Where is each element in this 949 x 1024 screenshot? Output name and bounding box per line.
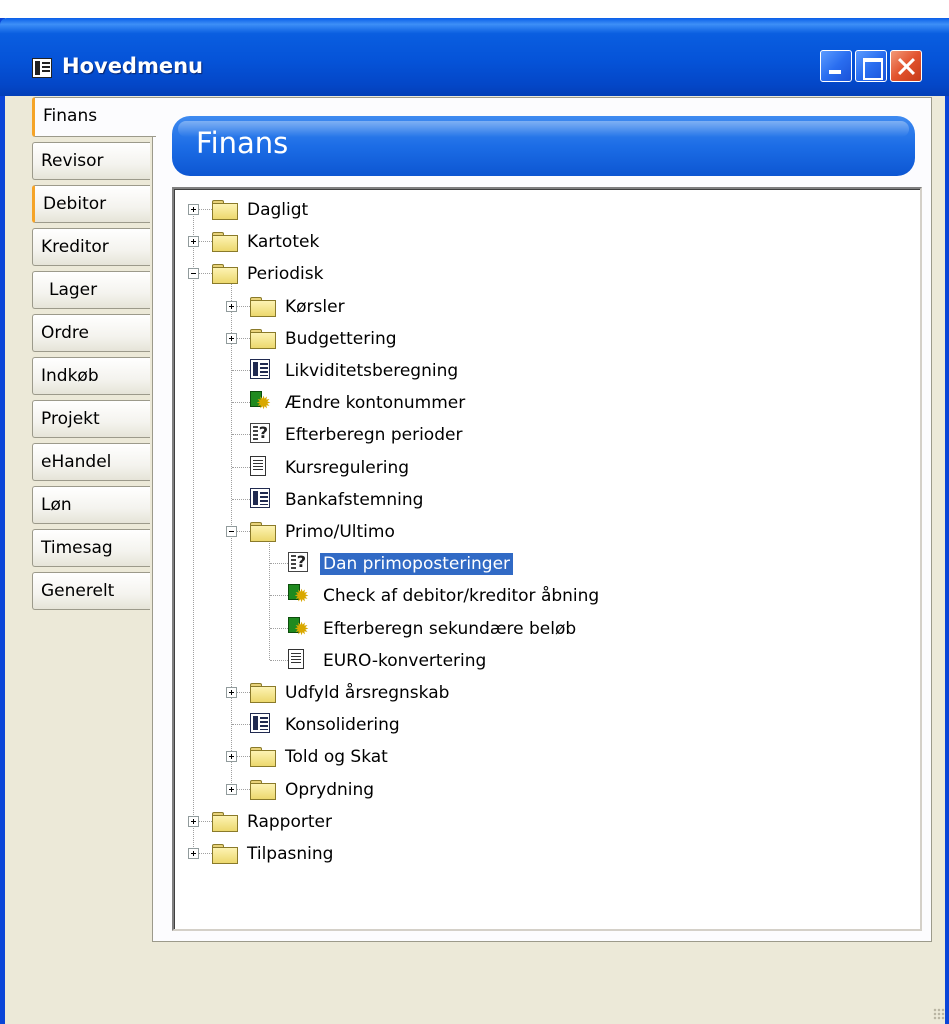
tree-item-label: Tilpasning xyxy=(247,844,334,864)
tree-item-kursregulering[interactable]: Kursregulering xyxy=(174,455,920,481)
title-bar[interactable]: Hovedmenu xyxy=(0,18,949,96)
tree-item-label: Check af debitor/kreditor åbning xyxy=(323,586,600,607)
tree-item-tilpasning[interactable]: Tilpasning xyxy=(174,841,920,867)
macro-icon xyxy=(288,616,312,641)
tree-item-label: Kursregulering xyxy=(285,457,410,478)
menu-tree-view[interactable]: Dagligt Kartotek Periodisk Kørsler Budgetter… xyxy=(172,187,922,931)
tree-item-dagligt[interactable]: Dagligt xyxy=(174,197,920,223)
tab-finans[interactable]: Finans xyxy=(32,97,156,137)
collapse-icon[interactable] xyxy=(226,526,237,537)
tab-generelt[interactable]: Generelt xyxy=(32,572,150,610)
folder-icon xyxy=(212,811,238,832)
tree-item-told-og-skat[interactable]: Told og Skat xyxy=(174,744,920,770)
tab-ordre[interactable]: Ordre xyxy=(32,314,150,352)
tree-item-label: Periodisk xyxy=(247,264,324,285)
form-window-icon xyxy=(32,58,52,78)
folder-icon xyxy=(250,296,276,317)
tree-item-primo-ultimo[interactable]: Primo/Ultimo xyxy=(174,519,920,545)
folder-icon xyxy=(250,747,276,768)
resize-grip[interactable] xyxy=(933,1008,945,1020)
folder-icon xyxy=(212,844,238,864)
folder-icon xyxy=(212,232,238,253)
tree-item-efterberegn-sekund-re-bel-b[interactable]: Efterberegn sekundære beløb xyxy=(174,616,920,642)
tab-timesag[interactable]: Timesag xyxy=(32,529,150,567)
tab-kreditor[interactable]: Kreditor xyxy=(32,228,150,266)
tree-item-label: Konsolidering xyxy=(285,715,400,736)
folder-icon xyxy=(250,328,276,349)
macro-icon xyxy=(288,584,312,608)
tab-ehandel[interactable]: eHandel xyxy=(32,443,150,481)
tree-item-rapporter[interactable]: Rapporter xyxy=(174,809,920,835)
tab-indkob[interactable]: Indkøb xyxy=(32,357,150,395)
form-icon xyxy=(250,487,270,508)
expand-icon[interactable] xyxy=(226,332,237,344)
tree-item-label: Primo/Ultimo xyxy=(285,522,395,542)
collapse-icon[interactable] xyxy=(188,268,199,280)
tree-item-label: Dan primoposteringer xyxy=(320,553,514,576)
tree-item-label: Budgettering xyxy=(285,328,397,349)
folder-icon xyxy=(250,779,276,800)
tab-lager[interactable]: Lager xyxy=(32,271,150,309)
tree-item-kartotek[interactable]: Kartotek xyxy=(174,229,920,255)
tree-item-label: Likviditetsberegning xyxy=(285,361,459,381)
report-icon xyxy=(250,455,266,476)
form-icon xyxy=(250,359,270,379)
tree-item-label: Told og Skat xyxy=(285,747,388,768)
minimize-button[interactable] xyxy=(820,50,852,82)
folder-icon xyxy=(212,200,238,220)
tree-item-euro-konvertering[interactable]: EURO-konvertering xyxy=(174,648,920,674)
folder-icon xyxy=(250,522,276,542)
section-title: Finans xyxy=(196,126,289,160)
folder-icon xyxy=(212,264,238,285)
tree-item-label: Efterberegn sekundære beløb xyxy=(323,618,577,639)
tab-lon[interactable]: Løn xyxy=(32,486,150,524)
report-icon xyxy=(288,648,304,669)
tree-item-udfyld-a-rsregnskab[interactable]: Udfyld årsregnskab xyxy=(174,680,920,706)
tree-item-label: EURO-konvertering xyxy=(323,650,487,671)
tree-item-likviditetsberegning[interactable]: Likviditetsberegning xyxy=(174,358,920,384)
tree-item-label: Oprydning xyxy=(285,779,375,800)
tree-item-label: Bankafstemning xyxy=(285,489,424,510)
tab-projekt[interactable]: Projekt xyxy=(32,400,150,438)
expand-icon[interactable] xyxy=(188,848,199,859)
tab-list: Finans Revisor Debitor Kreditor Lager Or… xyxy=(32,97,156,615)
tree-item-oprydning[interactable]: Oprydning xyxy=(174,777,920,803)
tree-item-budgettering[interactable]: Budgettering xyxy=(174,326,920,352)
close-button[interactable] xyxy=(890,50,922,82)
tree-item-label: Udfyld årsregnskab xyxy=(285,683,450,703)
tree-item-label: Ændre kontonummer xyxy=(285,393,466,414)
expand-icon[interactable] xyxy=(188,815,199,827)
query-icon: ? xyxy=(250,423,270,444)
expand-icon[interactable] xyxy=(226,783,237,795)
tab-revisor[interactable]: Revisor xyxy=(32,142,150,180)
expand-icon[interactable] xyxy=(226,687,237,698)
tree-item-ndre-kontonummer[interactable]: Ændre kontonummer xyxy=(174,390,920,416)
expand-icon[interactable] xyxy=(188,204,199,215)
tree-item-label: Rapporter xyxy=(247,811,332,832)
macro-icon xyxy=(250,391,274,415)
expand-icon[interactable] xyxy=(226,300,237,312)
form-icon xyxy=(250,713,270,734)
folder-icon xyxy=(250,683,276,703)
tree-item-check-af-debitor-kreditor-a-bning[interactable]: Check af debitor/kreditor åbning xyxy=(174,583,920,609)
expand-icon[interactable] xyxy=(188,236,199,248)
tree-item-label: Kartotek xyxy=(247,232,320,253)
tree-item-k-rsler[interactable]: Kørsler xyxy=(174,294,920,320)
expand-icon[interactable] xyxy=(226,751,237,763)
tree-item-efterberegn-perioder[interactable]: ? Efterberegn perioder xyxy=(174,422,920,448)
tree-item-label: Dagligt xyxy=(247,200,309,220)
tree-item-label: Kørsler xyxy=(285,296,345,317)
tree-item-label: Efterberegn perioder xyxy=(285,425,463,446)
tree-item-dan-primoposteringer[interactable]: ? Dan primoposteringer xyxy=(174,551,920,577)
tree-item-konsolidering[interactable]: Konsolidering xyxy=(174,712,920,738)
query-icon: ? xyxy=(288,552,308,573)
tree-item-periodisk[interactable]: Periodisk xyxy=(174,261,920,287)
maximize-button[interactable] xyxy=(855,50,887,82)
tab-debitor[interactable]: Debitor xyxy=(32,185,150,223)
tree-item-bankafstemning[interactable]: Bankafstemning xyxy=(174,487,920,513)
window-title: Hovedmenu xyxy=(62,54,203,78)
